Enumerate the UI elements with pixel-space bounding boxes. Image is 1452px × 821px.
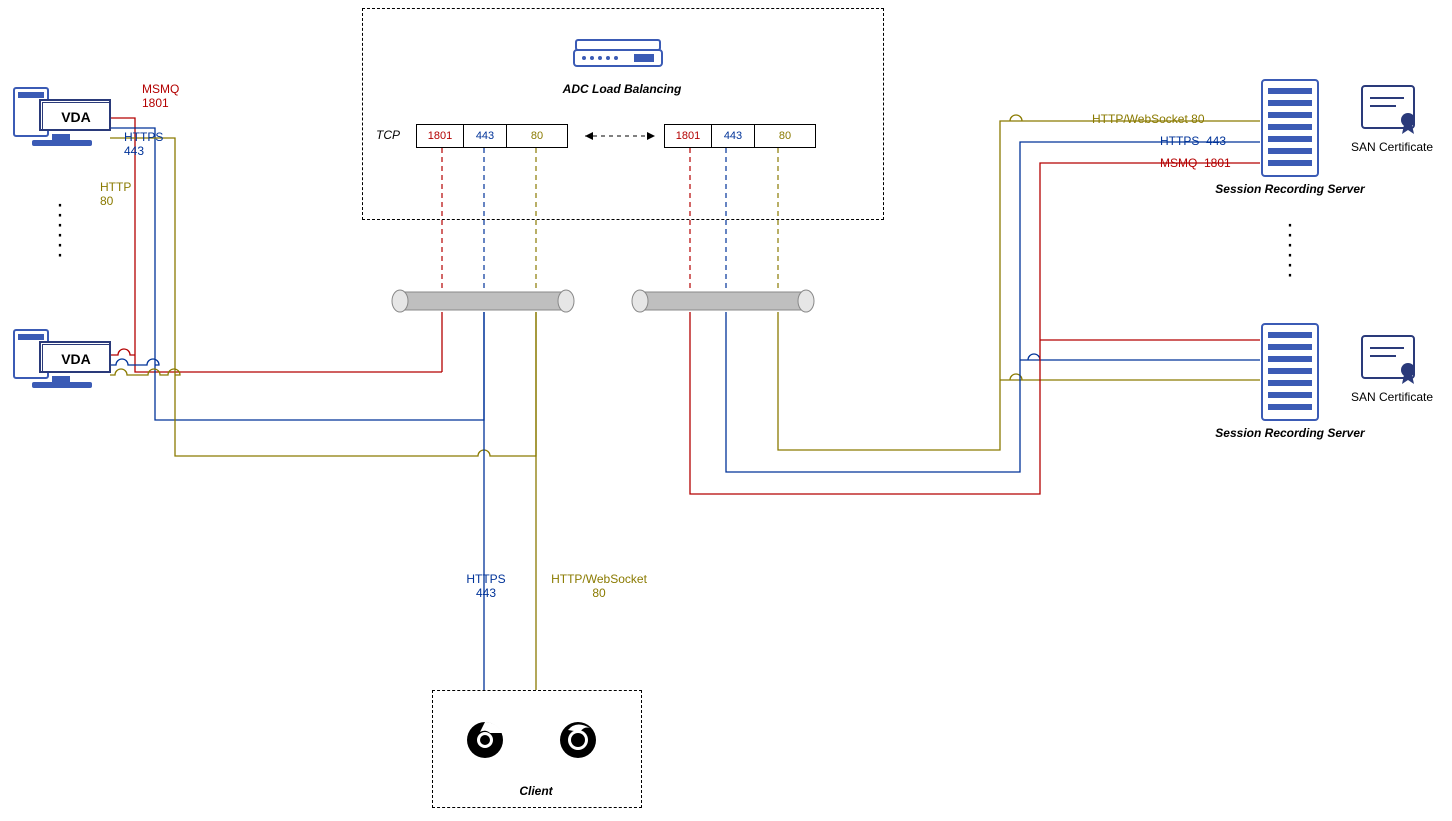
port-left-1801: 1801 (416, 124, 464, 148)
vda-top-label: VDA (42, 102, 110, 130)
vda-http-label: HTTP 80 (100, 180, 131, 208)
port-right-1801: 1801 (664, 124, 712, 148)
san-bottom-caption: SAN Certificate (1342, 390, 1442, 404)
port-right-80: 80 (755, 124, 816, 148)
certificate-top-icon (1362, 86, 1415, 134)
server-bottom-icon (1262, 324, 1318, 420)
adc-container (362, 8, 884, 220)
server-top-caption: Session Recording Server (1200, 182, 1380, 196)
vda-bottom-label: VDA (42, 344, 110, 372)
port-left-443: 443 (464, 124, 507, 148)
adc-ports-left: 1801 443 80 (416, 124, 568, 148)
adc-ports-right: 1801 443 80 (664, 124, 816, 148)
certificate-bottom-icon (1362, 336, 1415, 384)
client-https-label: HTTPS 443 (456, 572, 516, 600)
pipe-left (392, 290, 574, 312)
server-top-icon (1262, 80, 1318, 176)
vda-msmq-label: MSMQ 1801 (142, 82, 179, 110)
client-caption: Client (432, 784, 640, 798)
port-left-80: 80 (507, 124, 568, 148)
client-httpws-label: HTTP/WebSocket 80 (544, 572, 654, 600)
server-ellipsis: ······ (1286, 220, 1294, 280)
vda-https-label: HTTPS 443 (124, 130, 163, 158)
srv-https-label: HTTPS 443 (1160, 134, 1226, 148)
san-top-caption: SAN Certificate (1342, 140, 1442, 154)
port-right-443: 443 (712, 124, 755, 148)
srv-httpws-label: HTTP/WebSocket 80 (1092, 112, 1205, 126)
adc-tcp-label: TCP (376, 128, 400, 142)
vda-ellipsis: ······ (56, 200, 64, 260)
adc-title: ADC Load Balancing (362, 82, 882, 96)
srv-msmq-label: MSMQ 1801 (1160, 156, 1231, 170)
pipe-right (632, 290, 814, 312)
server-bottom-caption: Session Recording Server (1200, 426, 1380, 440)
